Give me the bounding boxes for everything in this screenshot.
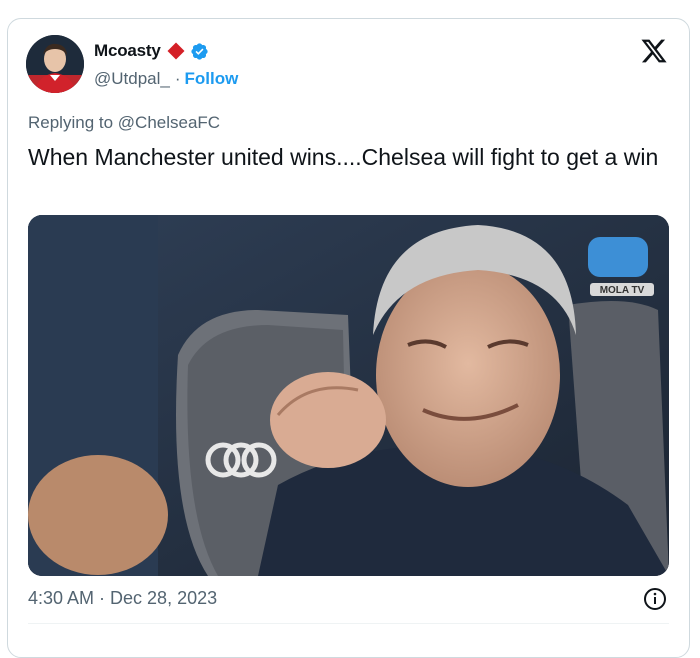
verified-badge-icon bbox=[191, 42, 208, 60]
author-name-row: Mcoasty bbox=[94, 41, 209, 61]
author-avatar[interactable] bbox=[26, 35, 84, 93]
author-handle-row: @Utdpal_ · Follow bbox=[94, 69, 238, 89]
author-name[interactable]: Mcoasty bbox=[94, 41, 161, 61]
media-image: MOLA TV bbox=[28, 215, 669, 576]
reply-mention-link[interactable]: @ChelseaFC bbox=[118, 113, 220, 132]
tweet-text: When Manchester united wins....Chelsea w… bbox=[28, 144, 659, 170]
separator-dot: · bbox=[174, 69, 181, 88]
tweet-media[interactable]: MOLA TV bbox=[28, 215, 669, 576]
replying-to-line: Replying to @ChelseaFC bbox=[28, 113, 220, 133]
red-diamond-icon bbox=[167, 42, 185, 60]
info-icon[interactable] bbox=[643, 587, 667, 611]
avatar-image bbox=[26, 35, 84, 93]
media-watermark: MOLA TV bbox=[600, 285, 645, 296]
follow-button[interactable]: Follow bbox=[185, 69, 239, 89]
x-logo-icon[interactable] bbox=[640, 37, 668, 65]
footer-divider bbox=[28, 623, 669, 624]
reply-prefix: Replying to bbox=[28, 113, 114, 132]
author-handle[interactable]: @Utdpal_ bbox=[94, 69, 170, 89]
tweet-timestamp[interactable]: 4:30 AM · Dec 28, 2023 bbox=[28, 588, 217, 609]
